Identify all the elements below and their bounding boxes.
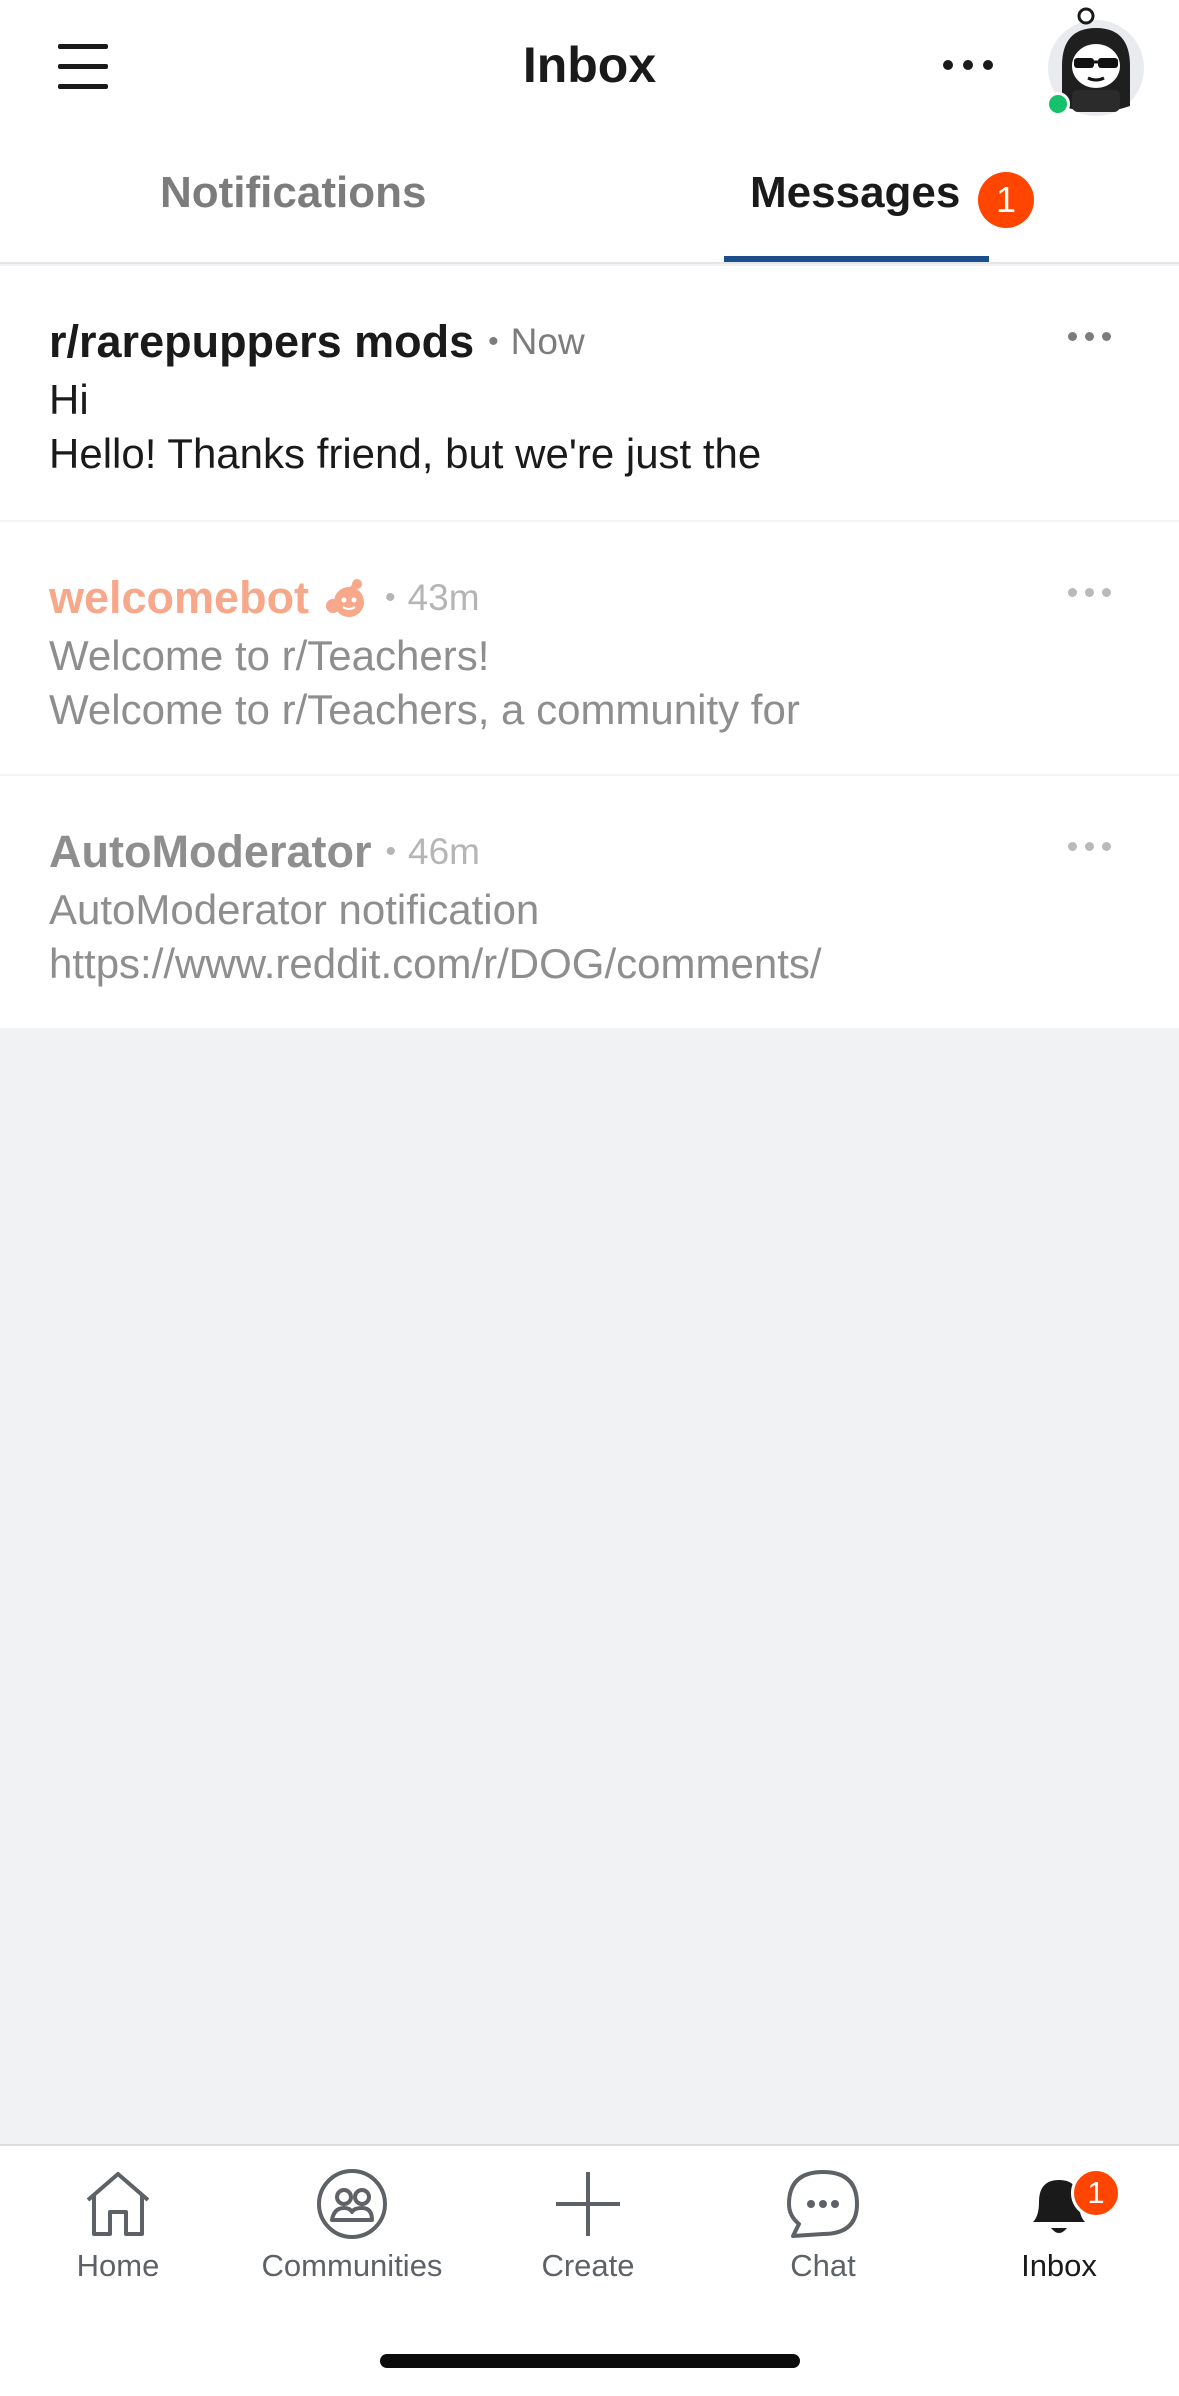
message-preview: Welcome to r/Teachers, a community for bbox=[49, 686, 800, 733]
nav-label: Communities bbox=[261, 2248, 443, 2283]
message-item[interactable]: welcomebot • 43m Welcome to r/Teachers! … bbox=[0, 522, 1179, 776]
message-subject: AutoModerator notification bbox=[49, 886, 540, 933]
online-status-dot bbox=[1046, 92, 1070, 116]
separator-dot: • bbox=[488, 325, 499, 358]
hamburger-menu-icon[interactable] bbox=[52, 40, 116, 94]
inbox-count-badge: 1 bbox=[1071, 2168, 1121, 2218]
message-item[interactable]: r/rarepuppers mods • Now Hi Hello! Thank… bbox=[0, 266, 1179, 520]
nav-inbox[interactable]: 1 Inbox bbox=[959, 2168, 1159, 2308]
more-options-icon[interactable] bbox=[936, 50, 1000, 80]
nav-home[interactable]: Home bbox=[18, 2168, 218, 2308]
message-item[interactable]: AutoModerator • 46m AutoModerator notifi… bbox=[0, 776, 1179, 1028]
nav-create[interactable]: Create bbox=[488, 2168, 688, 2308]
nav-label: Home bbox=[76, 2248, 160, 2283]
message-options-icon[interactable] bbox=[1068, 836, 1120, 856]
page-title: Inbox bbox=[522, 37, 657, 93]
chat-bubble-icon bbox=[787, 2170, 859, 2238]
inbox-screen: Inbox Notifications Messages 1 r/rarepup… bbox=[0, 0, 1179, 2396]
plus-icon bbox=[556, 2172, 620, 2236]
messages-count-badge: 1 bbox=[978, 172, 1034, 228]
message-subject: Welcome to r/Teachers! bbox=[49, 632, 490, 679]
message-sender[interactable]: AutoModerator bbox=[49, 826, 371, 878]
communities-icon bbox=[317, 2169, 387, 2239]
home-icon bbox=[86, 2172, 150, 2236]
tab-notifications[interactable]: Notifications bbox=[160, 168, 426, 218]
message-header: r/rarepuppers mods • Now bbox=[49, 316, 585, 368]
nav-label: Create bbox=[541, 2248, 635, 2283]
home-indicator[interactable] bbox=[380, 2354, 800, 2368]
nav-label: Chat bbox=[790, 2248, 856, 2283]
message-time: 43m bbox=[407, 577, 480, 618]
message-time: 46m bbox=[408, 831, 480, 872]
message-sender[interactable]: r/rarepuppers mods bbox=[49, 316, 474, 368]
reddit-snoo-hand-icon bbox=[326, 579, 365, 617]
message-time: Now bbox=[510, 321, 585, 362]
tab-messages[interactable]: Messages bbox=[750, 168, 960, 218]
message-sender[interactable]: welcomebot bbox=[49, 572, 309, 624]
active-tab-indicator bbox=[724, 256, 989, 262]
top-header: Inbox Notifications Messages 1 bbox=[0, 0, 1179, 264]
nav-label: Inbox bbox=[1021, 2248, 1097, 2283]
message-options-icon[interactable] bbox=[1068, 582, 1120, 602]
message-preview: https://www.reddit.com/r/DOG/comments/ bbox=[49, 940, 822, 987]
message-options-icon[interactable] bbox=[1068, 326, 1120, 346]
separator-dot: • bbox=[385, 835, 396, 868]
message-subject: Hi bbox=[49, 376, 89, 423]
nav-chat[interactable]: Chat bbox=[723, 2168, 923, 2308]
message-header: welcomebot • 43m bbox=[49, 572, 480, 624]
nav-communities[interactable]: Communities bbox=[252, 2168, 452, 2308]
message-header: AutoModerator • 46m bbox=[49, 826, 480, 878]
message-preview: Hello! Thanks friend, but we're just the bbox=[49, 430, 762, 477]
separator-dot: • bbox=[385, 581, 396, 614]
